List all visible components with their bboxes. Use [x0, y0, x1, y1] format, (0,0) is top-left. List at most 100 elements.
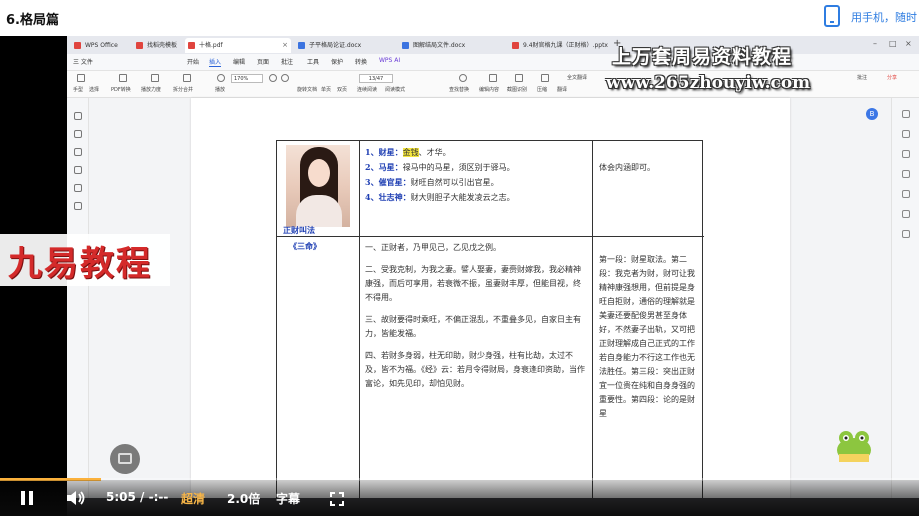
page-number-input[interactable]: 13/47	[359, 74, 393, 83]
translate-icon[interactable]	[541, 74, 549, 82]
list-item: 4、壮志神：财大则胆子大能发凌云之志。	[365, 192, 515, 202]
wps-tab-templates[interactable]: 找稻壳模板	[133, 38, 181, 53]
page-title: 6.格局篇	[6, 13, 59, 28]
row1-items: 1、财星：金钱、才华。 2、马星：禄马中的马星，须区别于驿马。 3、催官星：财旺…	[365, 145, 587, 205]
menu-edit[interactable]: 编辑	[233, 57, 245, 66]
menu-file[interactable]: 三 文件	[73, 57, 93, 66]
tab-label: 图解结局文件.docx	[413, 42, 466, 49]
pause-icon[interactable]	[20, 491, 34, 505]
speed-button[interactable]: 2.0倍	[227, 490, 260, 507]
quality-button[interactable]: 超清	[181, 490, 205, 507]
edit-content-label[interactable]: 编辑内容	[479, 86, 499, 93]
split-merge-icon[interactable]	[183, 74, 191, 82]
screenshot-label[interactable]: 截图识别	[507, 86, 527, 93]
menu-convert[interactable]: 转换	[355, 57, 367, 66]
wps-tab-home[interactable]: WPS Office	[71, 38, 133, 53]
single-page-label[interactable]: 单页	[321, 86, 331, 93]
continuous-read-label[interactable]: 连续阅读	[357, 86, 377, 93]
wps-tab-pdf[interactable]: 十格.pdf ×	[185, 38, 291, 53]
right-tool-icon[interactable]	[902, 190, 910, 198]
layers-icon[interactable]	[74, 202, 82, 210]
zoom-select[interactable]: 170%	[231, 74, 263, 83]
maximize-icon[interactable]: □	[889, 39, 897, 48]
search-icon[interactable]	[459, 74, 467, 82]
ai-assistant-icon[interactable]: B	[866, 108, 878, 120]
close-icon[interactable]: ×	[282, 38, 288, 53]
window-close-icon[interactable]: ×	[905, 39, 912, 48]
volume-icon[interactable]	[66, 490, 86, 506]
right-tool-icon[interactable]	[902, 110, 910, 118]
wps-tab-docx1[interactable]: 子平格局论证.docx	[295, 38, 395, 53]
pdf-icon	[188, 42, 195, 49]
table-divider	[592, 141, 593, 516]
signature-icon[interactable]	[74, 184, 82, 192]
full-translate-label[interactable]: 全文翻译	[567, 74, 587, 81]
edit-content-icon[interactable]	[489, 74, 497, 82]
menu-tools[interactable]: 工具	[307, 57, 319, 66]
mascot-sticker-image	[833, 424, 875, 464]
read-mode-label[interactable]: 阅读模式	[385, 86, 405, 93]
play-strength-label[interactable]: 播放力度	[141, 86, 161, 93]
play-strength-icon[interactable]	[151, 74, 159, 82]
share-button[interactable]: 分享	[887, 74, 897, 81]
left-sidebar	[67, 98, 89, 516]
pptx-icon	[512, 42, 519, 49]
phone-icon[interactable]	[824, 5, 840, 27]
hand-tool-label[interactable]: 手型	[73, 86, 83, 93]
tab-label: 子平格局论证.docx	[309, 42, 362, 49]
translate-label[interactable]: 翻译	[557, 86, 567, 93]
play-icon[interactable]	[217, 74, 225, 82]
video-screen: WPS Office 找稻壳模板 十格.pdf × 子平格局论证.docx 图解…	[67, 36, 919, 516]
watermark-title: 上万套周易资料教程	[612, 46, 793, 68]
menu-wps-ai[interactable]: WPS AI	[379, 57, 400, 64]
wps-tab-docx2[interactable]: 图解结局文件.docx	[399, 38, 505, 53]
tab-label: 9.4财官格九课（正财格）.pptx	[523, 42, 608, 49]
right-tool-icon[interactable]	[902, 130, 910, 138]
minimize-icon[interactable]: –	[873, 39, 877, 48]
fullscreen-icon[interactable]	[330, 491, 344, 506]
bookmark-icon[interactable]	[74, 112, 82, 120]
select-tool-label[interactable]: 选择	[89, 86, 99, 93]
wps-tab-pptx[interactable]: 9.4财官格九课（正财格）.pptx	[509, 38, 609, 53]
zoom-in-icon[interactable]	[281, 74, 289, 82]
pdf-convert-icon[interactable]	[119, 74, 127, 82]
menu-protect[interactable]: 保护	[331, 57, 343, 66]
docx-icon	[298, 42, 305, 49]
pdf-page: 正财叫法 1、财星：金钱、才华。 2、马星：禄马中的马星，须区别于驿马。 3、催…	[191, 98, 790, 516]
zoom-out-icon[interactable]	[269, 74, 277, 82]
right-tool-icon[interactable]	[902, 210, 910, 218]
subtitle-button[interactable]: 字幕	[276, 490, 300, 507]
compress-label[interactable]: 压缩	[537, 86, 547, 93]
attachment-icon[interactable]	[74, 166, 82, 174]
pdf-convert-label[interactable]: PDF转换	[111, 86, 131, 93]
split-merge-label[interactable]: 拆分合并	[173, 86, 193, 93]
paragraph: 三、故财要得时乘旺，不偏正混乱，不重叠多见，自家日主有力，皆能发福。	[365, 315, 581, 338]
hand-tool-icon[interactable]	[77, 74, 85, 82]
right-tool-icon[interactable]	[902, 230, 910, 238]
menu-annotate[interactable]: 批注	[281, 57, 293, 66]
menu-insert[interactable]: 插入	[209, 57, 222, 67]
thumbnail-icon[interactable]	[74, 130, 82, 138]
screenshot-icon[interactable]	[515, 74, 523, 82]
comment-icon[interactable]	[74, 148, 82, 156]
right-tool-icon[interactable]	[902, 150, 910, 158]
template-icon	[136, 42, 143, 49]
rotate-label[interactable]: 旋转文档	[297, 86, 317, 93]
list-item: 3、催官星：财旺自然可以引出官星。	[365, 177, 499, 187]
annotate-label[interactable]: 批注	[857, 74, 867, 81]
double-page-label[interactable]: 双页	[337, 86, 347, 93]
right-tool-icon[interactable]	[902, 170, 910, 178]
time-display: 5:05 / -:--	[106, 490, 169, 504]
mobile-watch-link[interactable]: 用手机，随时	[851, 9, 917, 25]
menu-start[interactable]: 开始	[187, 57, 199, 66]
play-label[interactable]: 播放	[215, 86, 225, 93]
table-divider	[359, 141, 360, 516]
menu-page[interactable]: 页面	[257, 57, 269, 66]
wps-logo-icon	[74, 42, 81, 49]
jiuyi-logo-text: 九易教程	[8, 244, 152, 284]
list-item: 2、马星：禄马中的马星，须区别于驿马。	[365, 162, 515, 172]
video-player[interactable]: WPS Office 找稻壳模板 十格.pdf × 子平格局论证.docx 图解…	[0, 36, 919, 516]
find-replace-label[interactable]: 查找替换	[449, 86, 469, 93]
danmaku-toggle-icon[interactable]	[110, 444, 140, 474]
table-divider	[277, 236, 704, 237]
